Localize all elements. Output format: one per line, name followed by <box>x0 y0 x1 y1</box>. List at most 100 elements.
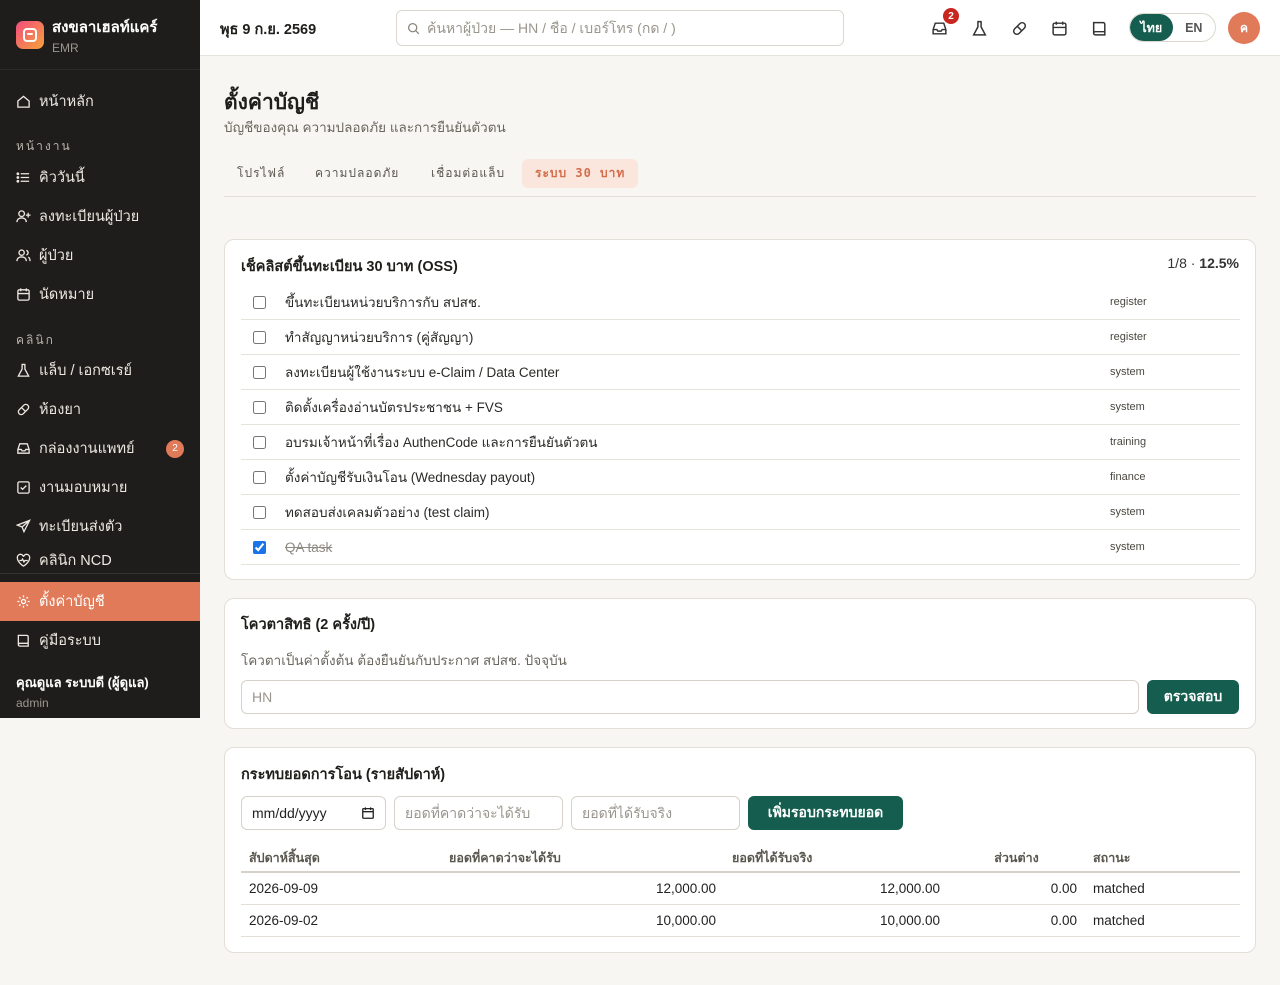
sidebar-item-referrals[interactable]: ทะเบียนส่งตัว <box>0 507 200 546</box>
sidebar-item-patients[interactable]: ผู้ป่วย <box>0 236 200 275</box>
checklist-checkbox[interactable] <box>253 470 266 484</box>
week-end-date-input[interactable]: mm/dd/yyyy <box>241 796 386 830</box>
inbox-count-badge: 2 <box>166 439 184 458</box>
checklist-row[interactable]: อบรมเจ้าหน้าที่เรื่อง AuthenCode และการย… <box>241 425 1240 460</box>
checklist-checkbox[interactable] <box>253 400 266 414</box>
sidebar-item-label: แล็บ / เอกซเรย์ <box>39 363 133 379</box>
sidebar-item-label: คู่มือระบบ <box>39 633 101 649</box>
checklist-item-tag: training <box>1110 436 1147 448</box>
checklist-item-tag: register <box>1110 296 1147 308</box>
expected-cell: 12,000.00 <box>441 872 724 905</box>
check-quota-button[interactable]: ตรวจสอบ <box>1147 680 1239 714</box>
progress-percent: 12.5% <box>1199 255 1239 271</box>
sidebar-item-register[interactable]: ลงทะเบียนผู้ป่วย <box>0 197 200 236</box>
lang-th-button[interactable]: ไทย <box>1130 14 1173 41</box>
checklist-item-tag: register <box>1110 331 1147 343</box>
current-date: พุธ 9 ก.ย. 2569 <box>220 22 317 38</box>
sidebar-item-label: ลงทะเบียนผู้ป่วย <box>39 209 140 225</box>
pill-icon <box>1012 21 1026 35</box>
checklist-checkbox[interactable] <box>253 540 266 554</box>
checklist-row[interactable]: ทดสอบส่งเคลมตัวอย่าง (test claim) system <box>241 495 1240 530</box>
tab-30-baht[interactable]: ระบบ 30 บาท <box>522 159 639 188</box>
reconciliation-card: กระทบยอดการโอน (รายสัปดาห์) mm/dd/yyyy เ… <box>224 747 1256 953</box>
search-input[interactable] <box>427 20 827 36</box>
checklist-checkbox[interactable] <box>253 505 266 519</box>
users-icon <box>16 249 31 262</box>
sidebar-item-ncd[interactable]: คลินิก NCD <box>0 546 200 574</box>
progress-count: 1/8 · <box>1167 255 1196 271</box>
flask-icon <box>971 20 987 36</box>
checklist-row[interactable]: ติดตั้งเครื่องอ่านบัตรประชาชน + FVS syste… <box>241 390 1240 425</box>
user-plus-icon <box>16 210 31 223</box>
add-recon-button[interactable]: เพิ่มรอบกระทบยอด <box>748 796 903 830</box>
sidebar-item-manual[interactable]: คู่มือระบบ <box>0 621 200 660</box>
user-role: admin <box>16 696 49 710</box>
avatar[interactable]: ค <box>1228 12 1260 44</box>
expected-amount-input[interactable] <box>394 796 563 830</box>
sidebar-item-pharmacy[interactable]: ห้องยา <box>0 390 200 429</box>
check-square-icon <box>17 481 30 494</box>
pharmacy-button[interactable] <box>1009 18 1029 38</box>
checklist-item-label: ลงทะเบียนผู้ใช้งานระบบ e-Claim / Data Ce… <box>285 365 560 380</box>
checklist-row[interactable]: ทำสัญญาหน่วยบริการ (คู่สัญญา) register <box>241 320 1240 355</box>
tab-lab-connect[interactable]: เชื่อมต่อแล็บ <box>418 159 518 188</box>
manual-button[interactable] <box>1089 18 1109 38</box>
week-end-cell: 2026-09-02 <box>241 904 441 937</box>
checklist-item-label: ทำสัญญาหน่วยบริการ (คู่สัญญา) <box>285 330 474 345</box>
settings-tabs: โปรไฟล์ ความปลอดภัย เชื่อมต่อแล็บ ระบบ 3… <box>224 159 1256 197</box>
topbar: พุธ 9 ก.ย. 2569 2 ไทย EN ค <box>200 0 1280 56</box>
checklist-item-label: อบรมเจ้าหน้าที่เรื่อง AuthenCode และการย… <box>285 435 598 450</box>
gear-icon <box>17 595 30 608</box>
sidebar-item-appointments[interactable]: นัดหมาย <box>0 275 200 314</box>
checklist-row[interactable]: ลงทะเบียนผู้ใช้งานระบบ e-Claim / Data Ce… <box>241 355 1240 390</box>
calendar-icon <box>1051 21 1067 36</box>
col-actual: ยอดที่ได้รับจริง <box>724 844 948 873</box>
checklist-row[interactable]: ตั้งค่าบัญชีรับเงินโอน (Wednesday payout… <box>241 460 1240 495</box>
home-icon <box>17 95 30 108</box>
checklist-checkbox[interactable] <box>253 330 266 344</box>
checklist-checkbox[interactable] <box>253 365 266 379</box>
diff-cell: 0.00 <box>948 904 1085 937</box>
sidebar-item-label: คิววันนี้ <box>39 170 85 186</box>
sidebar-item-queue[interactable]: คิววันนี้ <box>0 158 200 197</box>
sidebar-item-label: นัดหมาย <box>39 287 95 303</box>
checklist-progress: 1/8 · 12.5% <box>1167 255 1239 271</box>
sidebar-item-settings[interactable]: ตั้งค่าบัญชี <box>0 582 200 621</box>
tab-profile[interactable]: โปรไฟล์ <box>224 159 298 188</box>
expected-cell: 10,000.00 <box>441 904 724 937</box>
actual-amount-input[interactable] <box>571 796 740 830</box>
tab-security[interactable]: ความปลอดภัย <box>302 159 412 188</box>
sidebar-item-tasks[interactable]: งานมอบหมาย <box>0 468 200 507</box>
sidebar-item-doctor-inbox[interactable]: กล่องงานแพทย์ 2 <box>0 429 200 468</box>
book-icon <box>1092 21 1106 36</box>
inbox-notification-badge: 2 <box>943 8 959 24</box>
brand[interactable]: สงขลาเฮลท์แคร์ EMR <box>0 0 200 70</box>
checklist-title: เช็คลิสต์ขึ้นทะเบียน 30 บาท (OSS) <box>241 259 458 275</box>
table-row: 2026-09-09 12,000.00 12,000.00 0.00 matched <box>241 872 1240 905</box>
lab-button[interactable] <box>969 18 989 38</box>
calendar-button[interactable] <box>1049 18 1069 38</box>
flask-icon <box>17 363 30 377</box>
pill-icon <box>17 403 30 416</box>
checklist-item-label: ติดตั้งเครื่องอ่านบัตรประชาชน + FVS <box>285 400 503 415</box>
checklist-item-tag: system <box>1110 401 1145 413</box>
lang-en-button[interactable]: EN <box>1173 14 1216 41</box>
actual-cell: 12,000.00 <box>724 872 948 905</box>
sidebar-item-label: ทะเบียนส่งตัว <box>39 519 123 535</box>
sidebar-item-label: ผู้ป่วย <box>39 248 74 264</box>
checklist-item-tag: system <box>1110 541 1145 553</box>
page-subtitle: บัญชีของคุณ ความปลอดภัย และการยืนยันตัวต… <box>224 120 506 135</box>
brand-sub: EMR <box>52 40 79 55</box>
col-expected: ยอดที่คาดว่าจะได้รับ <box>441 844 724 873</box>
sidebar-item-home[interactable]: หน้าหลัก <box>0 82 200 121</box>
patient-search[interactable] <box>396 10 844 46</box>
checklist-checkbox[interactable] <box>253 435 266 449</box>
list-icon <box>16 172 30 183</box>
checklist-checkbox[interactable] <box>253 295 266 309</box>
heart-pulse-icon <box>16 553 31 567</box>
checklist-row[interactable]: ขึ้นทะเบียนหน่วยบริการกับ สปสช. register <box>241 285 1240 320</box>
sidebar-item-lab[interactable]: แล็บ / เอกซเรย์ <box>0 351 200 390</box>
col-week-end: สัปดาห์สิ้นสุด <box>241 844 441 873</box>
checklist-row[interactable]: QA task system <box>241 530 1240 565</box>
hn-input[interactable] <box>241 680 1139 714</box>
